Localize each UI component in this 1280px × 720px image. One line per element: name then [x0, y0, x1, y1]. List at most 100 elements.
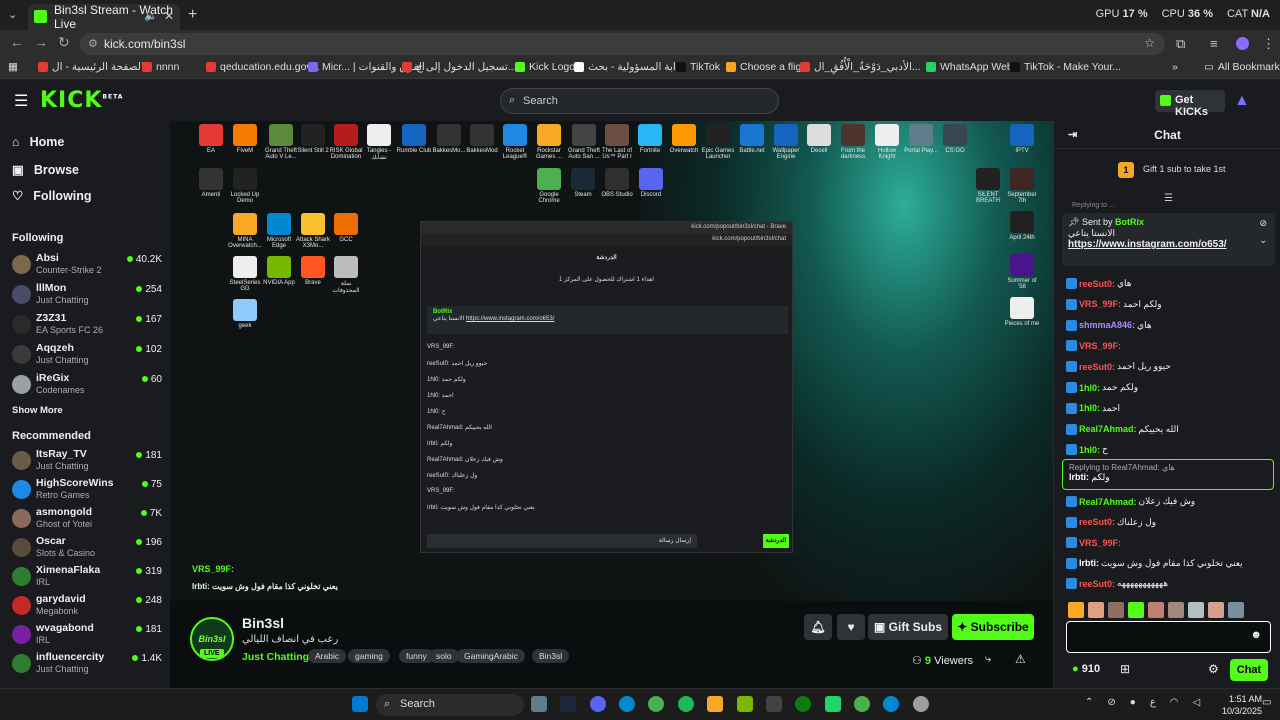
sidebar-channel-itsray_tv[interactable]: ItsRay_TV Just Chatting 181 [12, 448, 162, 474]
sidebar-channel-influencercity[interactable]: influencercity Just Chatting 1.4K [12, 651, 162, 677]
chrome-icon[interactable] [648, 696, 664, 712]
back-icon[interactable]: ← [10, 34, 24, 50]
close-tab-icon[interactable]: ✕ [164, 9, 174, 23]
sidebar-channel-aqqzeh[interactable]: Aqqzeh Just Chatting 102 [12, 342, 162, 368]
emote-icon[interactable] [1208, 602, 1224, 618]
reload-icon[interactable]: ↻ [58, 34, 70, 51]
collapse-chat-icon[interactable]: ⇥ [1068, 121, 1077, 149]
chat-input[interactable]: ☻ [1066, 621, 1271, 653]
bookmark-item[interactable]: Choose a flight [726, 61, 810, 73]
report-icon[interactable]: ⚠ [1015, 652, 1026, 666]
emote-icon[interactable] [1108, 602, 1124, 618]
chat-username[interactable]: reeSut0: [1079, 362, 1115, 372]
bookmark-item[interactable]: تسجيل الدخول إلى ج... [402, 61, 517, 73]
chat-username[interactable]: reeSut0: [1079, 279, 1115, 289]
menu-icon[interactable]: ⋮ [1262, 36, 1275, 52]
apps-grid-icon[interactable]: ▦ [8, 61, 18, 73]
chat-username[interactable]: 1hl0: [1079, 445, 1100, 455]
edge-dev-icon[interactable] [883, 696, 899, 712]
taskbar-search[interactable]: ⌕ Search [376, 694, 524, 716]
all-bookmarks[interactable]: ▭ All Bookmarks [1204, 61, 1280, 73]
sidebar-channel-asmongold[interactable]: asmongold Ghost of Yotei 7K [12, 506, 162, 532]
chrome-active-icon[interactable] [854, 696, 870, 712]
browser-tab-active[interactable]: Bin3sl Stream - Watch Live 🔈 ✕ [28, 3, 180, 31]
forward-icon[interactable]: → [34, 34, 48, 50]
chat-username[interactable]: reeSut0: [1079, 517, 1115, 527]
send-chat-button[interactable]: Chat [1230, 659, 1268, 681]
emote-icon[interactable] [1188, 602, 1204, 618]
profile-avatar-icon[interactable] [1236, 37, 1249, 50]
edge-icon[interactable] [619, 696, 635, 712]
volume-icon[interactable]: ◁ [1193, 697, 1201, 708]
chat-username[interactable]: 1hl0: [1079, 403, 1100, 413]
sidebar-channel-garydavid[interactable]: garydavid Megabonk 248 [12, 593, 162, 619]
mic-icon[interactable]: ● [1130, 697, 1136, 708]
xbox-icon[interactable] [795, 696, 811, 712]
user-profile-icon[interactable]: ▲ [1234, 92, 1250, 110]
bookmark-item[interactable]: WhatsApp Web [926, 61, 1013, 73]
show-more-link[interactable]: Show More [12, 405, 63, 416]
windows-start-icon[interactable] [352, 696, 368, 712]
bookmark-item[interactable]: الصفحة الرئيسية - ال... [38, 61, 153, 73]
sidebar-nav-following[interactable]: ♡ Following [12, 188, 92, 204]
bookmark-item[interactable]: TikTok - Make Your... [1010, 61, 1121, 73]
menu-hamburger-icon[interactable]: ☰ [14, 91, 28, 111]
bookmark-item[interactable]: ابة المسؤولية - بحث... [574, 61, 685, 73]
extensions-icon[interactable]: ⧉ [1176, 36, 1185, 52]
sidebar-channel-iregix[interactable]: iReGix Codenames 60 [12, 372, 162, 398]
spotify-icon[interactable] [678, 696, 694, 712]
share-icon[interactable]: ⤷ [985, 653, 991, 666]
follow-button[interactable]: ♥ [837, 614, 865, 640]
network-off-icon[interactable]: ⊘ [1107, 697, 1115, 708]
new-tab-button[interactable]: + [188, 6, 197, 24]
chat-username[interactable]: reeSut0: [1079, 579, 1115, 589]
discord-icon[interactable] [590, 696, 606, 712]
notification-bell-button[interactable]: 🔔︎ [804, 614, 832, 640]
chat-username[interactable]: 1hl0: [1079, 383, 1100, 393]
sidebar-channel-lllmon[interactable]: lllMon Just Chatting 254 [12, 282, 162, 308]
nvidia-icon[interactable] [737, 696, 753, 712]
tag-chip[interactable]: Bin3sl [532, 649, 570, 663]
sidebar-channel-wvagabond[interactable]: wvagabond IRL 181 [12, 622, 162, 648]
pinned-toggle-icon[interactable]: ☰ [1164, 193, 1173, 204]
camera-app-icon[interactable] [531, 696, 547, 712]
bookmark-item[interactable]: TikTok [676, 61, 720, 73]
bookmark-item[interactable]: الأدبي_دَوْحَةُ_الْأُفُقِ_ال... [800, 61, 921, 73]
url-input[interactable]: ⚙ kick.com/bin3sl ☆ [80, 33, 1165, 55]
emote-icon[interactable] [1088, 602, 1104, 618]
media-icon[interactable]: ≡ [1210, 36, 1218, 51]
tag-chip[interactable]: GamingArabic [457, 649, 525, 663]
emote-icon[interactable] [1068, 602, 1084, 618]
sidebar-nav-home[interactable]: ⌂ Home [12, 135, 64, 149]
site-info-icon[interactable]: ⚙ [88, 37, 98, 50]
store-icon[interactable]: ⊞ [1120, 662, 1130, 676]
sidebar-channel-ximenaflaka[interactable]: XimenaFlaka IRL 319 [12, 564, 162, 590]
speaker-icon[interactable]: 🔈 [144, 9, 158, 22]
sidebar-channel-z3z31[interactable]: Z3Z31 EA Sports FC 26 167 [12, 312, 162, 338]
subscribe-button[interactable]: ✦ Subscribe [952, 614, 1034, 640]
taskbar-clock[interactable]: 1:51 AM 10/3/2025 [1222, 693, 1262, 717]
video-player[interactable]: EA FiveM Grand Theft Auto V Le... Silent St… [170, 121, 1053, 601]
search-input[interactable]: ⌕ Search [500, 88, 779, 114]
tab-search-icon[interactable]: ⌄ [8, 8, 17, 21]
chat-username[interactable]: Real7Ahmad: [1079, 497, 1137, 507]
unpin-icon[interactable]: ⊘ [1259, 218, 1267, 229]
emote-icon[interactable] [1128, 602, 1144, 618]
whatsapp-icon[interactable] [825, 696, 841, 712]
settings-icon[interactable] [913, 696, 929, 712]
chat-settings-icon[interactable]: ⚙ [1208, 662, 1219, 676]
tray-overflow-icon[interactable]: ⌃ [1085, 697, 1093, 708]
emote-icon[interactable] [1148, 602, 1164, 618]
bookmark-item[interactable]: nnnn [142, 61, 179, 73]
sidebar-channel-highscorewins[interactable]: HighScoreWins Retro Games 75 [12, 477, 162, 503]
kicks-points[interactable]: ● 910 [1072, 663, 1100, 675]
chat-username[interactable]: VRS_99F: [1079, 299, 1121, 309]
tag-chip[interactable]: gaming [348, 649, 390, 663]
kick-logo[interactable]: KICKBETA [40, 88, 123, 113]
file-explorer-icon[interactable] [707, 696, 723, 712]
gift-subs-button[interactable]: ▣ Gift Subs [868, 614, 948, 640]
tag-chip[interactable]: solo [429, 649, 459, 663]
chat-username[interactable]: VRS_99F: [1079, 538, 1121, 548]
bookmark-item[interactable]: Kick Logo [515, 61, 575, 73]
bookmark-item[interactable]: qeducation.edu.gov... [206, 61, 320, 73]
